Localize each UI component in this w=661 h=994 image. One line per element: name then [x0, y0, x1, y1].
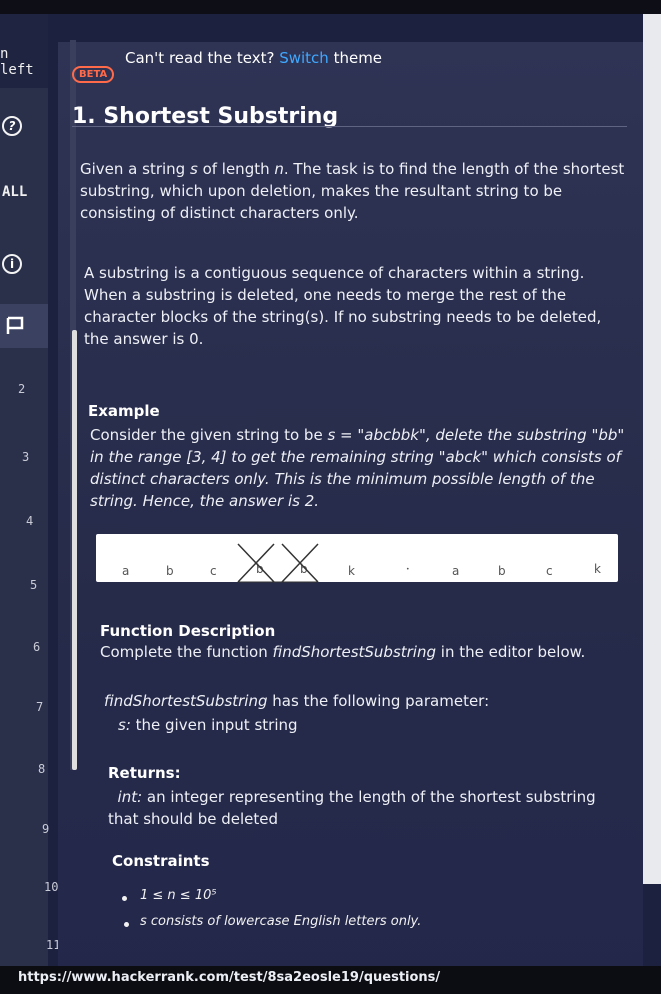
line-number: 9 — [42, 822, 50, 836]
example-diagram: a b c b b k • a b c k — [96, 534, 618, 583]
all-questions-label[interactable]: ALL — [2, 184, 27, 200]
diagram-letter: a — [452, 564, 460, 578]
editor-edge — [643, 14, 661, 884]
text: Complete the function — [100, 643, 273, 661]
switch-theme-link[interactable]: Switch — [279, 49, 329, 67]
example-heading: Example — [88, 402, 160, 420]
bullet — [122, 896, 127, 901]
diagram-letter: k — [594, 562, 601, 576]
bullet — [124, 922, 129, 927]
function-description-heading: Function Description — [100, 622, 276, 640]
var-s: s — [189, 160, 198, 178]
text: the given input string — [130, 716, 298, 734]
line-number: 10 — [44, 880, 59, 894]
time-left-block: n left — [0, 14, 48, 88]
top-bar — [0, 0, 661, 14]
diagram-letter: a — [122, 564, 130, 578]
text: in the editor below. — [436, 643, 586, 661]
text: an integer representing the length of th… — [108, 788, 596, 828]
var-n: n — [274, 160, 284, 178]
constraints-heading: Constraints — [112, 852, 210, 870]
line-number: 7 — [36, 700, 44, 714]
strike-through-icon — [237, 543, 319, 583]
parameter-s: s: the given input string — [118, 714, 661, 736]
param-name: s: — [118, 716, 131, 734]
diagram-letter: k — [348, 564, 355, 578]
line-number: 4 — [26, 514, 34, 528]
theme-banner: Can't read the text? Switch theme — [125, 49, 382, 67]
returns-heading: Returns: — [108, 764, 181, 782]
return-type: int: — [117, 788, 143, 806]
diagram-letter: c — [546, 564, 553, 578]
diagram-letter: b — [498, 564, 506, 578]
help-icon[interactable]: ? — [2, 116, 22, 136]
text: Given a string — [80, 160, 190, 178]
time-left-label: n left — [0, 46, 34, 78]
flag-icon — [6, 316, 24, 334]
parameter-line: findShortestSubstring has the following … — [104, 690, 649, 712]
title-divider — [72, 126, 627, 127]
returns-text: int: an integer representing the length … — [108, 786, 598, 830]
constraint-item: 1 ≤ n ≤ 10⁵ — [140, 888, 217, 903]
question-sidebar: n left ? ALL i — [0, 14, 48, 980]
line-number: 8 — [38, 762, 46, 776]
diagram-letter: b — [166, 564, 174, 578]
description-paragraph-1: Given a string s of length n. The task i… — [80, 158, 625, 224]
function-name: findShortestSubstring — [104, 692, 268, 710]
text: Consider the given string to be — [90, 426, 328, 444]
constraint-item: s consists of lowercase English letters … — [140, 914, 422, 929]
example-text: Consider the given string to be s = "abc… — [90, 424, 635, 512]
function-name: findShortestSubstring — [272, 643, 437, 661]
banner-text: Can't read the text? — [125, 49, 280, 67]
banner-text-after: theme — [328, 49, 383, 67]
line-number: 5 — [30, 578, 38, 592]
diagram-letter: c — [210, 564, 217, 578]
description-paragraph-2: A substring is a contiguous sequence of … — [84, 264, 602, 348]
beta-badge: BETA — [72, 66, 115, 83]
flag-button[interactable] — [0, 304, 48, 348]
line-number: 2 — [18, 382, 26, 396]
function-description-text: Complete the function findShortestSubstr… — [100, 641, 645, 663]
arrow-dot: • — [406, 566, 410, 573]
line-number: 3 — [22, 450, 30, 464]
text: of length — [197, 160, 275, 178]
text: has the following parameter: — [267, 692, 490, 710]
info-icon[interactable]: i — [2, 254, 22, 274]
scrollbar-thumb[interactable] — [72, 330, 77, 770]
status-url: https://www.hackerrank.com/test/8sa2eosl… — [18, 970, 441, 985]
line-number: 6 — [33, 640, 41, 654]
